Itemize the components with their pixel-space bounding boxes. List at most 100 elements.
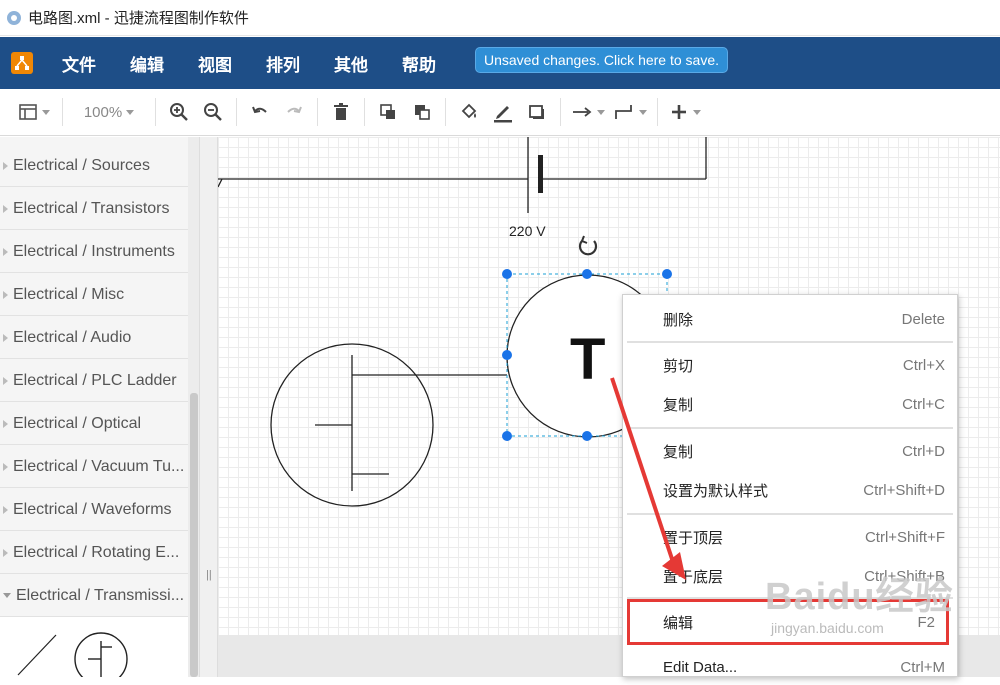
toolbar-divider [560,98,561,126]
menu-item-copy[interactable]: 复制 Ctrl+C [623,386,959,422]
plus-icon [672,105,686,119]
expand-arrow-icon [3,505,8,514]
unsaved-changes-banner[interactable]: Unsaved changes. Click here to save. [475,47,729,73]
sidebar-item-vacuum-tubes[interactable]: Electrical / Vacuum Tu... [0,446,188,488]
elbow-connector-icon [615,105,632,119]
bring-to-front-icon [380,104,395,119]
format-panel-button[interactable] [12,97,56,127]
rotate-handle-icon[interactable] [578,235,598,256]
insert-button[interactable] [664,97,706,127]
sidebar-item-instruments[interactable]: Electrical / Instruments [0,231,188,273]
sidebar-item-optical[interactable]: Electrical / Optical [0,403,188,445]
menu-item-set-default-style[interactable]: 设置为默认样式 Ctrl+Shift+D [623,472,959,508]
chevron-down-icon [639,109,647,115]
toolbar-divider [445,98,446,126]
waypoints-button[interactable] [609,97,651,127]
menu-arrange[interactable]: 排列 [260,51,306,76]
chevron-down-icon [126,109,135,115]
redo-button[interactable] [277,97,311,127]
menu-help[interactable]: 帮助 [396,51,442,76]
to-front-button[interactable] [371,97,405,127]
title-bar: 电路图.xml - 迅捷流程图制作软件 [0,0,1000,36]
undo-icon [252,106,267,114]
expand-arrow-icon [3,290,8,299]
sidebar-item-audio[interactable]: Electrical / Audio [0,317,188,359]
delete-button[interactable] [324,97,358,127]
expand-arrow-icon [3,247,8,256]
connection-style-button[interactable] [567,97,609,127]
expand-arrow-icon [3,161,8,170]
undo-button[interactable] [243,97,277,127]
expand-arrow-icon [3,462,8,471]
expand-arrow-icon [3,204,8,213]
expand-arrow-icon [3,548,8,557]
toolbar-divider [236,98,237,126]
pencil-icon [494,106,512,123]
menu-item-edit-data[interactable]: Edit Data... Ctrl+M [623,649,959,685]
chevron-down-icon [597,109,605,115]
send-to-back-icon [415,105,430,120]
menu-item-duplicate[interactable]: 复制 Ctrl+D [623,433,959,469]
line-color-button[interactable] [486,97,520,127]
app-logo-icon [11,52,33,74]
menu-item-to-front[interactable]: 置于顶层 Ctrl+Shift+F [623,519,959,555]
zoom-select[interactable]: 100% [69,97,149,127]
expand-arrow-icon [3,333,8,342]
shape-line[interactable] [17,634,57,676]
shadow-button[interactable] [520,97,554,127]
scrollbar-thumb[interactable] [190,393,198,677]
menu-item-delete[interactable]: 删除 Delete [623,301,959,337]
sidebar-item-rotating-equipment[interactable]: Electrical / Rotating E... [0,532,188,574]
toolbar-divider [657,98,658,126]
paint-bucket-icon [461,103,477,119]
sidebar-item-plc-ladder[interactable]: Electrical / PLC Ladder [0,360,188,402]
shape-library-sidebar: Electrical / Sources Electrical / Transi… [0,137,200,677]
menu-view[interactable]: 视图 [192,51,238,76]
zoom-out-button[interactable] [196,97,230,127]
layout-panel-icon [19,104,37,120]
sidebar-item-sources[interactable]: Electrical / Sources [0,145,188,187]
zoom-in-button[interactable] [162,97,196,127]
menu-edit[interactable]: 编辑 [124,51,170,76]
toolbar-divider [364,98,365,126]
shape-palette [0,617,188,677]
expand-arrow-icon [3,419,8,428]
watermark-logo: Baidu经验 [765,576,954,618]
shape-transistor[interactable] [74,632,128,677]
sidebar-item-waveforms[interactable]: Electrical / Waveforms [0,489,188,531]
menu-bar: 文件 编辑 视图 排列 其他 帮助 Unsaved changes. Click… [0,37,1000,89]
expand-arrow-icon [3,376,8,385]
zoom-value: 100% [83,103,123,121]
menu-separator [627,427,953,429]
transistor-symbol[interactable] [270,343,507,507]
sidebar-item-misc[interactable]: Electrical / Misc [0,274,188,316]
sidebar-scrollbar[interactable] [188,137,199,677]
menu-file[interactable]: 文件 [56,51,102,76]
trash-icon [334,103,348,120]
battery-wire [218,137,707,213]
sidebar-item-transistors[interactable]: Electrical / Transistors [0,188,188,230]
panel-splitter[interactable]: || [200,137,218,677]
arrow-right-icon [573,107,592,117]
chevron-down-icon [42,109,50,115]
toolbar-divider [155,98,156,126]
baidu-watermark: Baidu经验 jingyan.baidu.com [765,565,954,636]
window-title: 电路图.xml - 迅捷流程图制作软件 [28,10,249,27]
fill-color-button[interactable] [452,97,486,127]
menu-separator [627,341,953,343]
shape-letter: T [570,327,605,392]
toolbar-divider [62,98,63,126]
redo-icon [287,106,302,114]
voltage-label[interactable]: 220 V [509,223,546,239]
menu-separator [627,513,953,515]
collapse-arrow-icon [3,593,11,598]
app-icon [7,10,21,25]
chevron-down-icon [693,109,701,115]
menu-item-cut[interactable]: 剪切 Ctrl+X [623,347,959,383]
to-back-button[interactable] [405,97,439,127]
shadow-icon [529,105,544,119]
menu-other[interactable]: 其他 [328,51,374,76]
drag-handle-icon: || [206,569,212,581]
zoom-in-icon [170,103,188,121]
sidebar-item-transmission[interactable]: Electrical / Transmissi... [0,575,188,617]
